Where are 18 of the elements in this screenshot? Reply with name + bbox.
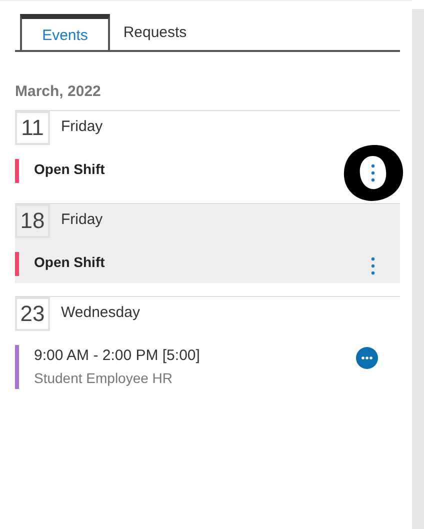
weekday-label: Wednesday <box>61 303 140 324</box>
weekday-label: Friday <box>61 117 103 138</box>
day-number: 23 <box>15 296 50 330</box>
tab[interactable]: Events <box>20 14 110 50</box>
day-number: 11 <box>15 110 50 144</box>
event-title: Open Shift <box>34 252 106 272</box>
ellipsis-icon <box>361 356 373 360</box>
day-number: 18 <box>15 204 50 238</box>
event-subtitle: Student Employee HR <box>34 368 174 388</box>
event-title: Open Shift <box>34 160 106 178</box>
kebab-icon <box>371 164 375 182</box>
scrollbar[interactable] <box>412 9 424 529</box>
event-time: 9:00 AM - 2:00 PM [5:00] <box>34 346 201 366</box>
weekday-label: Friday <box>61 210 103 230</box>
more-options-button[interactable] <box>356 346 378 368</box>
kebab-icon <box>371 256 375 274</box>
month-heading: March, 2022 <box>15 82 102 102</box>
tab[interactable]: Requests <box>110 14 200 50</box>
